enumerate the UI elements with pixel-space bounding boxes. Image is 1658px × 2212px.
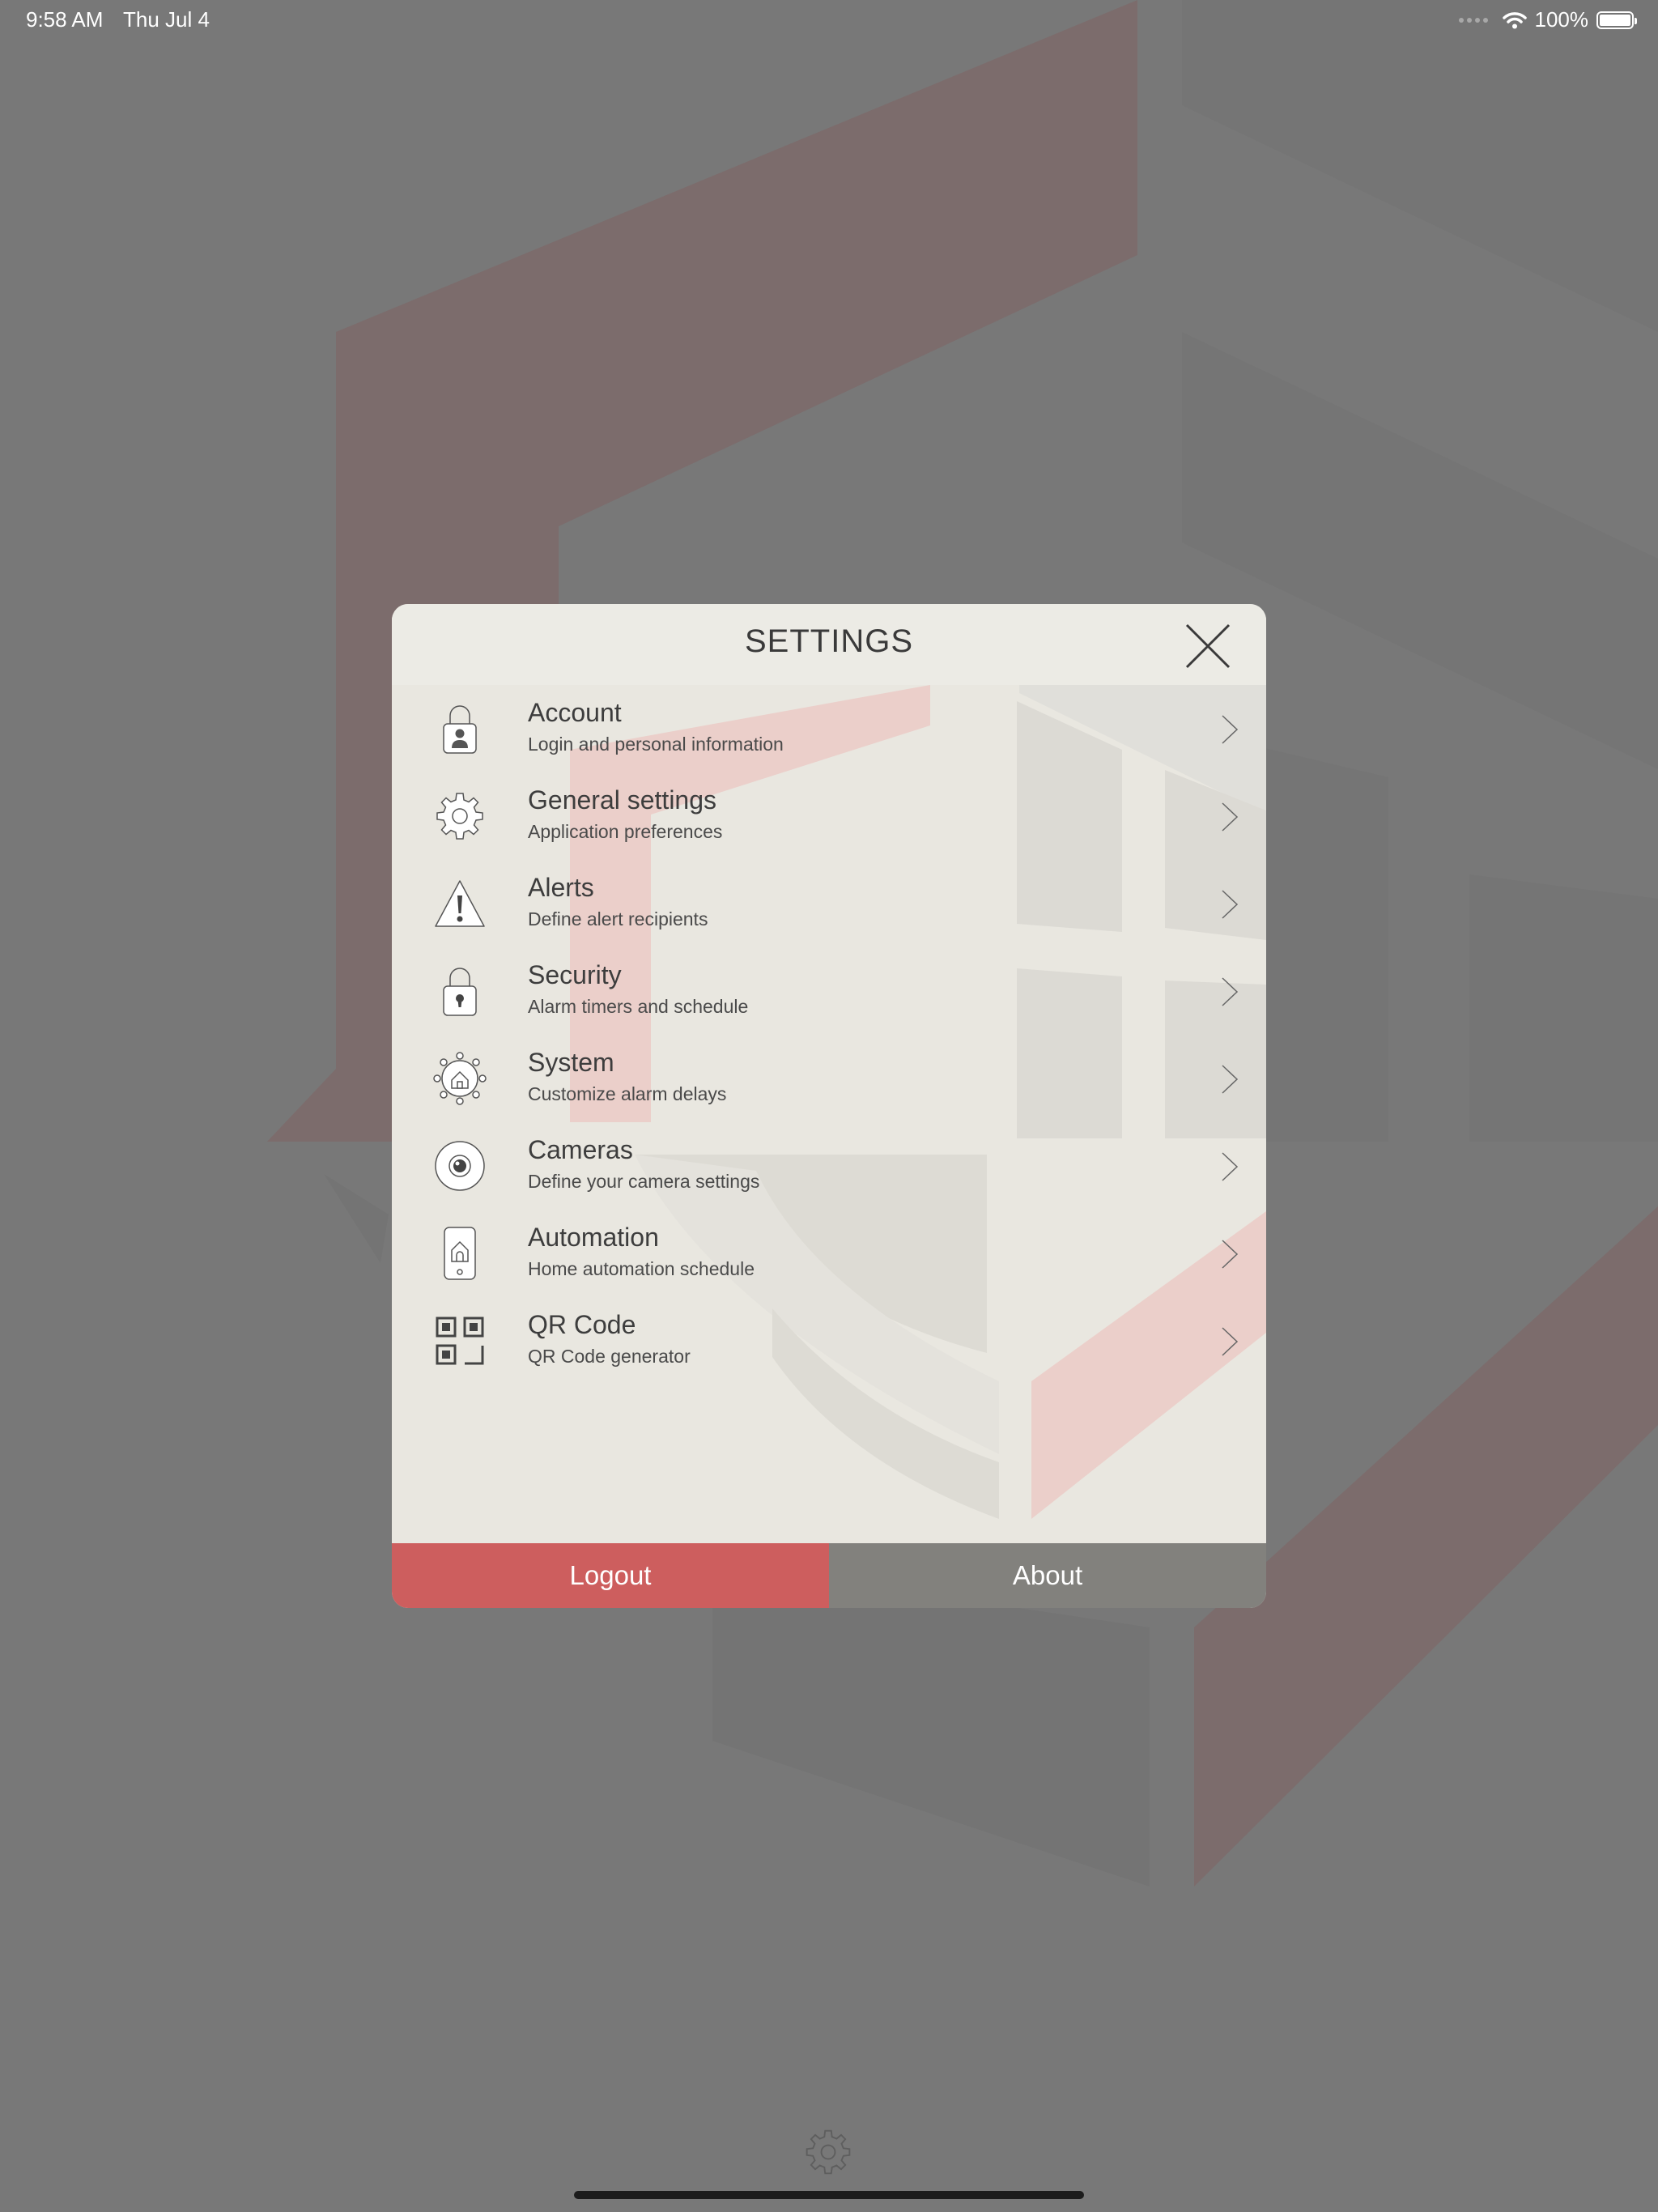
settings-item-system[interactable]: System Customize alarm delays <box>392 1035 1266 1122</box>
battery-percent: 100% <box>1534 7 1589 32</box>
settings-item-subtitle: Customize alarm delays <box>528 1083 727 1104</box>
page-title: SETTINGS <box>744 623 914 659</box>
settings-item-automation[interactable]: Automation Home automation schedule <box>392 1210 1266 1297</box>
chevron-right-icon <box>1222 1065 1239 1094</box>
settings-item-title: Cameras <box>528 1135 633 1164</box>
cellular-signal-icon <box>1458 17 1488 23</box>
settings-item-security[interactable]: Security Alarm timers and schedule <box>392 947 1266 1035</box>
chevron-right-icon <box>1222 802 1239 832</box>
status-date: Thu Jul 4 <box>123 7 210 32</box>
close-button[interactable] <box>1182 620 1234 672</box>
dialog-header: SETTINGS <box>392 604 1266 685</box>
settings-item-subtitle: Login and personal information <box>528 734 784 755</box>
system-network-icon <box>433 1052 487 1105</box>
chevron-right-icon <box>1222 1327 1239 1356</box>
chevron-right-icon <box>1222 977 1239 1006</box>
settings-item-title: Security <box>528 960 622 989</box>
home-phone-icon <box>444 1227 476 1280</box>
settings-list: Account Login and personal information G… <box>392 685 1266 1385</box>
settings-item-subtitle: Alarm timers and schedule <box>528 996 749 1017</box>
about-button[interactable]: About <box>829 1543 1266 1608</box>
settings-item-title: Account <box>528 698 622 727</box>
padlock-icon <box>443 968 477 1016</box>
chevron-right-icon <box>1222 715 1239 744</box>
camera-eye-icon <box>435 1141 485 1191</box>
settings-gear-icon[interactable] <box>802 2126 854 2178</box>
chevron-right-icon <box>1222 1240 1239 1269</box>
status-indicators: 100% <box>1458 7 1637 32</box>
settings-item-subtitle: Home automation schedule <box>528 1258 755 1279</box>
settings-item-title: Automation <box>528 1223 659 1252</box>
settings-item-subtitle: Application preferences <box>528 821 723 842</box>
settings-item-subtitle: QR Code generator <box>528 1346 691 1367</box>
status-time: 9:58 AM <box>26 7 104 32</box>
gear-icon <box>436 793 483 840</box>
settings-item-account[interactable]: Account Login and personal information <box>392 685 1266 772</box>
logout-button[interactable]: Logout <box>392 1543 829 1608</box>
settings-item-cameras[interactable]: Cameras Define your camera settings <box>392 1122 1266 1210</box>
wifi-icon <box>1502 11 1527 28</box>
settings-item-qr-code[interactable]: QR Code QR Code generator <box>392 1297 1266 1385</box>
settings-item-title: QR Code <box>528 1310 636 1339</box>
settings-item-subtitle: Define your camera settings <box>528 1171 760 1192</box>
settings-item-title: System <box>528 1048 614 1077</box>
settings-item-general[interactable]: General settings Application preferences <box>392 772 1266 860</box>
chevron-right-icon <box>1222 1152 1239 1181</box>
battery-icon <box>1596 11 1637 29</box>
warning-icon <box>435 880 485 927</box>
settings-item-subtitle: Define alert recipients <box>528 908 708 929</box>
chevron-right-icon <box>1222 890 1239 919</box>
settings-item-title: General settings <box>528 785 717 815</box>
settings-dialog: SETTINGS Account Login and personal info… <box>392 604 1266 1608</box>
qr-code-icon <box>436 1317 484 1365</box>
dialog-footer: Logout About <box>392 1543 1266 1608</box>
home-indicator <box>574 2191 1084 2199</box>
status-bar: 9:58 AM Thu Jul 4 100% <box>0 0 1658 40</box>
settings-item-title: Alerts <box>528 873 594 902</box>
settings-item-alerts[interactable]: Alerts Define alert recipients <box>392 860 1266 947</box>
account-lock-icon <box>443 705 477 754</box>
